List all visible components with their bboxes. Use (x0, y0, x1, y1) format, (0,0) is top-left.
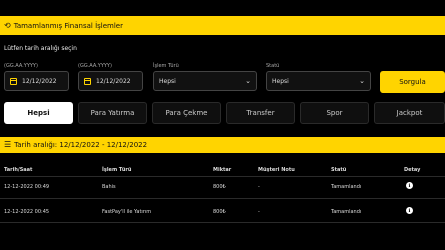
start-date-value: 12/12/2022 (22, 77, 57, 85)
status-select[interactable]: Hepsi ⌄ (266, 71, 371, 91)
date-range-hint: Lütfen tarih aralığı seçin (4, 45, 77, 52)
history-icon: ⟲ (4, 20, 11, 30)
calendar-icon (10, 77, 17, 85)
info-icon[interactable]: i (406, 182, 413, 189)
status-select-value: Hepsi (272, 77, 289, 85)
col-header-datetime: Tarih/Saat (4, 167, 33, 173)
col-header-status: Statü (331, 167, 347, 173)
col-header-note: Müşteri Notu (258, 167, 295, 173)
table-cell-datetime: 12-12-2022 00:45 (4, 209, 50, 215)
col-header-detail: Detay (404, 167, 421, 173)
col-header-amount: Miktar (213, 167, 232, 173)
end-date-label: (GG.AA.YYYY) (78, 63, 112, 69)
type-label: İşlem Türü (153, 63, 179, 69)
page-title: Tamamlanmış Finansal İşlemler (13, 21, 123, 30)
table-cell-type: Bahis (102, 184, 116, 190)
table-divider (0, 222, 445, 223)
end-date-value: 12/12/2022 (96, 77, 131, 85)
table-cell-note: - (258, 209, 260, 215)
tab-withdraw[interactable]: Para Çekme (152, 102, 221, 124)
table-cell-amount: 800₺ (213, 184, 226, 190)
table-cell-status: Tamamlandı (331, 209, 362, 215)
page-header: ⟲ Tamamlanmış Finansal İşlemler (0, 16, 445, 35)
table-cell-type: FastPay'll ile Yatırım (102, 209, 152, 215)
chevron-down-icon: ⌄ (245, 77, 251, 85)
date-range-bar: ☰ Tarih aralığı: 12/12/2022 - 12/12/2022 (0, 137, 445, 153)
table-cell-datetime: 12-12-2022 00:49 (4, 184, 50, 190)
table-cell-note: - (258, 184, 260, 190)
chevron-down-icon: ⌄ (359, 77, 365, 85)
status-label: Statü (266, 63, 280, 69)
list-icon: ☰ (4, 140, 12, 149)
date-range-text: Tarih aralığı: 12/12/2022 - 12/12/2022 (14, 141, 148, 149)
tab-all[interactable]: Hepsi (4, 102, 73, 124)
tab-jackpot[interactable]: Jackpot (374, 102, 445, 124)
tab-deposit[interactable]: Para Yatırma (78, 102, 147, 124)
info-icon[interactable]: i (406, 207, 413, 214)
query-button[interactable]: Sorgula (380, 71, 445, 93)
tab-sport[interactable]: Spor (300, 102, 369, 124)
type-select[interactable]: Hepsi ⌄ (153, 71, 257, 91)
table-divider (0, 198, 445, 199)
tab-transfer[interactable]: Transfer (226, 102, 295, 124)
col-header-type: İşlem Türü (102, 167, 132, 173)
end-date-field[interactable]: 12/12/2022 (78, 71, 143, 91)
type-select-value: Hepsi (159, 77, 176, 85)
start-date-field[interactable]: 12/12/2022 (4, 71, 69, 91)
table-cell-amount: 800₺ (213, 209, 226, 215)
calendar-icon (84, 77, 91, 85)
table-divider (0, 176, 445, 177)
table-cell-status: Tamamlandı (331, 184, 362, 190)
start-date-label: (GG.AA.YYYY) (4, 63, 38, 69)
